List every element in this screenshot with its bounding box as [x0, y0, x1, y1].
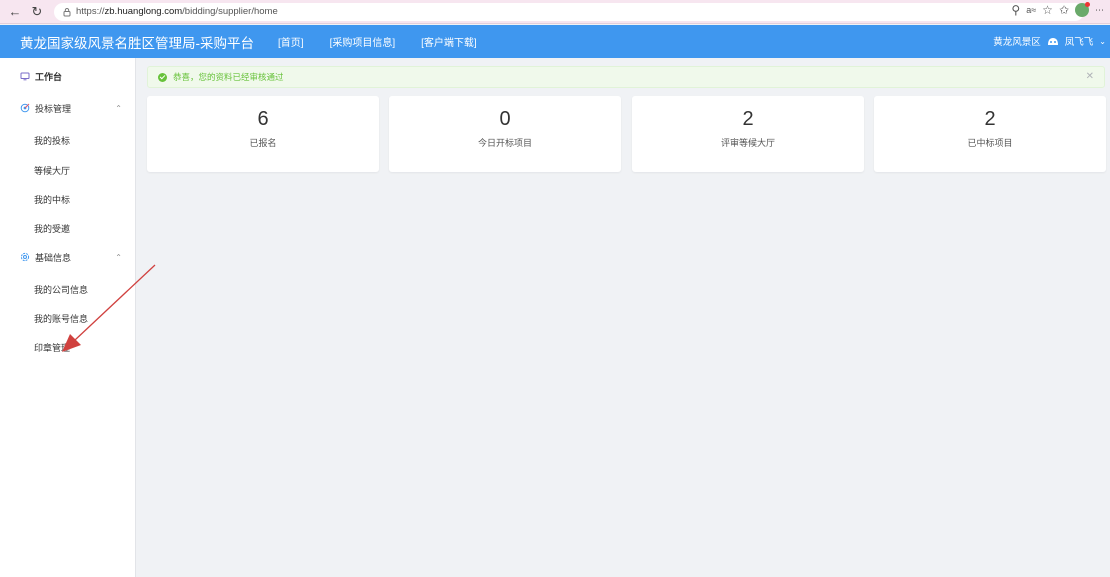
sidebar-item-label: 等候大厅: [34, 165, 71, 176]
user-icon: [1047, 38, 1058, 45]
sidebar-item-seal-management[interactable]: 印章管理: [0, 337, 136, 357]
stat-value: 2: [984, 108, 996, 130]
chevron-down-icon: ⌄: [1099, 36, 1106, 46]
sidebar: 工作台 投标管理 ⌃ 我的投标 等候大厅 我的中标 我的受邀 基础信息 ⌃ 我的…: [0, 58, 136, 577]
address-bar[interactable]: https://zb.huanglong.com/bidding/supplie…: [54, 2, 1084, 21]
sidebar-item-my-invitations[interactable]: 我的受邀: [0, 218, 136, 238]
stat-label: 已报名: [249, 138, 277, 148]
target-icon: [20, 103, 30, 113]
stat-value: 6: [257, 108, 269, 130]
sidebar-item-label: 印章管理: [34, 342, 71, 353]
stat-value: 0: [499, 108, 511, 130]
sidebar-item-my-awards[interactable]: 我的中标: [0, 189, 136, 209]
stat-card-today-opening[interactable]: 0 今日开标项目: [389, 96, 621, 172]
user-menu[interactable]: 黄龙风景区 凤飞飞 ⌄: [993, 34, 1106, 49]
favorites-icon[interactable]: ✩: [1059, 3, 1069, 17]
nav-client-download[interactable]: [客户端下载]: [421, 34, 477, 49]
sidebar-item-label: 我的投标: [34, 135, 71, 146]
reload-icon[interactable]: ↻: [28, 4, 46, 20]
sidebar-item-label: 我的账号信息: [34, 313, 89, 324]
browser-toolbar: ← ↻ https://zb.huanglong.com/bidding/sup…: [0, 0, 1110, 24]
close-icon[interactable]: ✕: [1086, 71, 1094, 82]
success-alert: 恭喜，您的资料已经审核通过 ✕: [147, 66, 1105, 88]
stat-card-registered[interactable]: 6 已报名: [147, 96, 379, 172]
lock-icon: [63, 7, 71, 16]
chevron-up-icon: ⌃: [115, 103, 122, 113]
sidebar-item-workbench[interactable]: 工作台: [0, 66, 136, 86]
stat-label: 今日开标项目: [477, 138, 532, 148]
sidebar-item-label: 基础信息: [35, 252, 72, 263]
monitor-icon: [20, 72, 30, 81]
nav-procurement-info[interactable]: [采购项目信息]: [330, 34, 396, 49]
alert-message: 恭喜，您的资料已经审核通过: [173, 72, 284, 82]
stats-panel: 6 已报名 0 今日开标项目 2 评审等候大厅 2 已中标项目: [147, 96, 1106, 172]
sidebar-item-label: 我的公司信息: [34, 284, 89, 295]
sidebar-item-waiting-hall[interactable]: 等候大厅: [0, 160, 136, 180]
url-text: https://zb.huanglong.com/bidding/supplie…: [76, 6, 278, 17]
translate-icon[interactable]: a≈: [1026, 5, 1036, 15]
sidebar-item-my-bids[interactable]: 我的投标: [0, 130, 136, 150]
org-name: 黄龙风景区: [993, 37, 1041, 48]
star-icon[interactable]: ☆: [1042, 3, 1053, 17]
check-circle-icon: [158, 72, 167, 82]
sidebar-group-bid-management[interactable]: 投标管理 ⌃: [0, 98, 136, 118]
stat-card-won-projects[interactable]: 2 已中标项目: [874, 96, 1106, 172]
sidebar-item-label: 投标管理: [35, 103, 72, 114]
user-name: 凤飞飞: [1064, 37, 1094, 48]
sidebar-item-label: 工作台: [35, 71, 63, 82]
brand-title: 黄龙国家级风景名胜区管理局-采购平台: [20, 35, 254, 51]
sidebar-group-basic-info[interactable]: 基础信息 ⌃: [0, 247, 136, 267]
settings-icon: [20, 252, 30, 262]
sidebar-item-label: 我的中标: [34, 194, 71, 205]
stat-value: 2: [742, 108, 754, 130]
back-arrow-icon[interactable]: ←: [6, 4, 24, 19]
stat-card-review-waiting[interactable]: 2 评审等候大厅: [632, 96, 864, 172]
sidebar-item-label: 我的受邀: [34, 223, 71, 234]
stat-label: 评审等候大厅: [720, 138, 775, 148]
nav-home[interactable]: [首页]: [278, 34, 304, 49]
key-icon[interactable]: ⚲: [1011, 3, 1020, 17]
top-nav: [首页] [采购项目信息] [客户端下载]: [278, 34, 477, 49]
app-header: 黄龙国家级风景名胜区管理局-采购平台 [首页] [采购项目信息] [客户端下载]…: [0, 25, 1110, 58]
more-icon[interactable]: ⋯: [1095, 5, 1104, 16]
chevron-up-icon: ⌃: [115, 252, 122, 262]
stat-label: 已中标项目: [967, 138, 1013, 148]
sidebar-item-account-info[interactable]: 我的账号信息: [0, 308, 136, 328]
profile-avatar-icon[interactable]: [1075, 2, 1090, 17]
sidebar-item-company-info[interactable]: 我的公司信息: [0, 279, 136, 299]
